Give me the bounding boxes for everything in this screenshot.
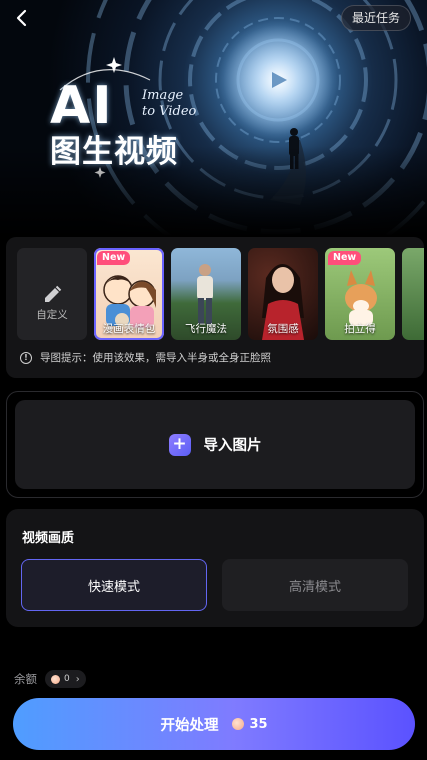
import-tip-text: 导图提示：使用该效果，需导入半身或全身正脸照 bbox=[40, 352, 271, 364]
hero-script-line-1: Image bbox=[142, 88, 184, 103]
import-image-button[interactable]: + 导入图片 bbox=[15, 400, 415, 489]
new-badge: New bbox=[97, 251, 131, 265]
balance-pill[interactable]: 0 › bbox=[45, 670, 86, 688]
effect-comic-sticker[interactable]: New 漫画表情包 bbox=[94, 248, 164, 340]
new-badge: New bbox=[328, 251, 362, 265]
balance-row: 余额 0 › bbox=[14, 670, 86, 688]
hd-mode-button[interactable]: 高清模式 bbox=[222, 559, 408, 611]
chevron-right-icon: › bbox=[75, 673, 80, 685]
effects-carousel[interactable]: 自定义 New 漫画表情包 飞行魔法 氛围感 New 拍立得 bbox=[17, 248, 424, 340]
chevron-left-icon bbox=[16, 9, 27, 27]
balance-value: 0 bbox=[64, 674, 70, 684]
back-button[interactable] bbox=[10, 6, 34, 30]
video-quality-title: 视频画质 bbox=[22, 531, 75, 546]
effect-atmosphere[interactable]: 氛围感 bbox=[248, 248, 318, 340]
import-image-label: 导入图片 bbox=[203, 438, 262, 454]
coin-icon bbox=[232, 718, 245, 730]
balance-label: 余额 bbox=[14, 672, 37, 686]
recent-tasks-button[interactable]: 最近任务 bbox=[340, 5, 411, 31]
hero-script-line-2: to Video bbox=[142, 104, 197, 119]
effect-partial[interactable] bbox=[402, 248, 424, 340]
info-icon: ! bbox=[20, 351, 32, 364]
coin-icon bbox=[51, 674, 60, 684]
effect-label: 拍立得 bbox=[344, 323, 376, 335]
hero-subtitle: 图生视频 bbox=[50, 134, 178, 170]
hero-script-text: Image to Video bbox=[142, 88, 196, 120]
video-quality-panel: 视频画质 快速模式 高清模式 bbox=[6, 509, 424, 627]
import-panel: + 导入图片 bbox=[6, 391, 424, 498]
hero-title: AI bbox=[50, 76, 114, 136]
fast-mode-button[interactable]: 快速模式 bbox=[21, 559, 207, 611]
start-cost: 35 bbox=[249, 716, 268, 732]
effect-custom[interactable]: 自定义 bbox=[17, 248, 87, 340]
start-label: 开始处理 bbox=[160, 717, 219, 734]
plus-icon: + bbox=[168, 433, 191, 456]
start-processing-button[interactable]: 开始处理 35 bbox=[13, 698, 415, 750]
effect-label: 自定义 bbox=[36, 309, 68, 321]
effect-polaroid[interactable]: New 拍立得 bbox=[325, 248, 395, 340]
import-tip: ! 导图提示：使用该效果，需导入半身或全身正脸照 bbox=[20, 350, 271, 365]
effect-label: 飞行魔法 bbox=[185, 323, 227, 335]
effects-panel: 自定义 New 漫画表情包 飞行魔法 氛围感 New 拍立得 ! 导图提示：使用… bbox=[6, 237, 424, 378]
effect-label: 漫画表情包 bbox=[102, 323, 156, 335]
effect-label: 氛围感 bbox=[267, 323, 299, 335]
pencil-icon bbox=[45, 285, 62, 302]
hero-banner: 最近任务 AI Image to Video 图生视频 bbox=[0, 0, 427, 236]
effect-flying-magic[interactable]: 飞行魔法 bbox=[171, 248, 241, 340]
